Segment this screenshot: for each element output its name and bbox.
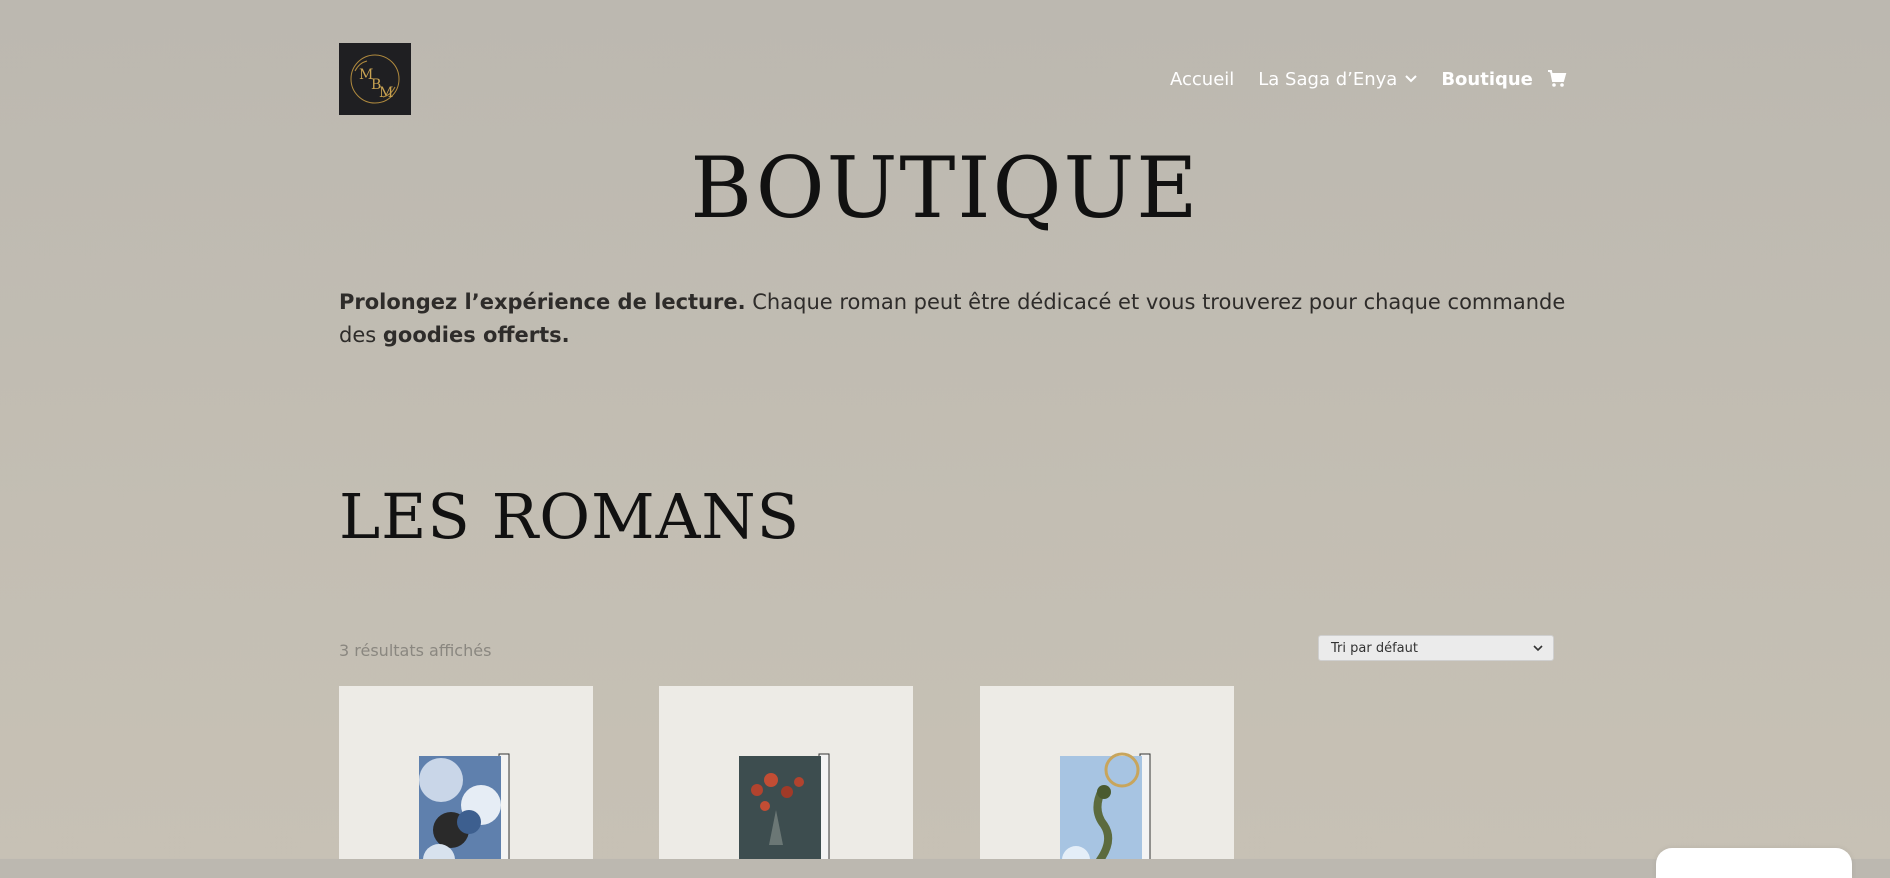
sort-select[interactable]: Tri par défaut bbox=[1318, 635, 1554, 661]
result-count: 3 résultats affichés bbox=[339, 641, 492, 660]
nav-item-saga-enya[interactable]: La Saga d’Enya bbox=[1258, 68, 1418, 90]
product-card-1[interactable] bbox=[339, 686, 593, 859]
page: M B M Accueil La Saga d’Enya Boutique BO… bbox=[0, 0, 1890, 878]
product-card-2[interactable] bbox=[659, 686, 913, 859]
book-cover-image bbox=[419, 753, 510, 859]
sort-select-value: Tri par défaut bbox=[1331, 640, 1418, 656]
site-logo[interactable]: M B M bbox=[339, 43, 411, 115]
nav-item-label: Boutique bbox=[1441, 68, 1533, 90]
book-cover-image bbox=[1060, 752, 1151, 859]
cart-icon[interactable] bbox=[1547, 70, 1567, 88]
book-cover-image bbox=[739, 753, 830, 859]
nav-item-accueil[interactable]: Accueil bbox=[1170, 69, 1234, 90]
chevron-down-icon bbox=[1405, 75, 1418, 83]
intro-bold-lead: Prolongez l’expérience de lecture. bbox=[339, 290, 746, 314]
page-title: BOUTIQUE bbox=[690, 139, 1200, 237]
main-nav: Accueil La Saga d’Enya Boutique bbox=[1170, 66, 1567, 92]
section-title-romans: LES ROMANS bbox=[339, 480, 801, 553]
nav-item-boutique[interactable]: Boutique bbox=[1441, 69, 1533, 90]
product-card-3[interactable] bbox=[980, 686, 1234, 859]
svg-text:M: M bbox=[379, 85, 393, 101]
chevron-down-icon bbox=[1533, 641, 1543, 656]
nav-item-label: La Saga d’Enya bbox=[1258, 68, 1398, 90]
logo-monogram-icon: M B M bbox=[350, 54, 400, 104]
chat-widget[interactable] bbox=[1656, 848, 1852, 878]
nav-item-label: Accueil bbox=[1170, 68, 1235, 90]
intro-text: Prolongez l’expérience de lecture. Chaqu… bbox=[339, 286, 1569, 352]
intro-bold-goodies: goodies offerts. bbox=[382, 323, 570, 347]
